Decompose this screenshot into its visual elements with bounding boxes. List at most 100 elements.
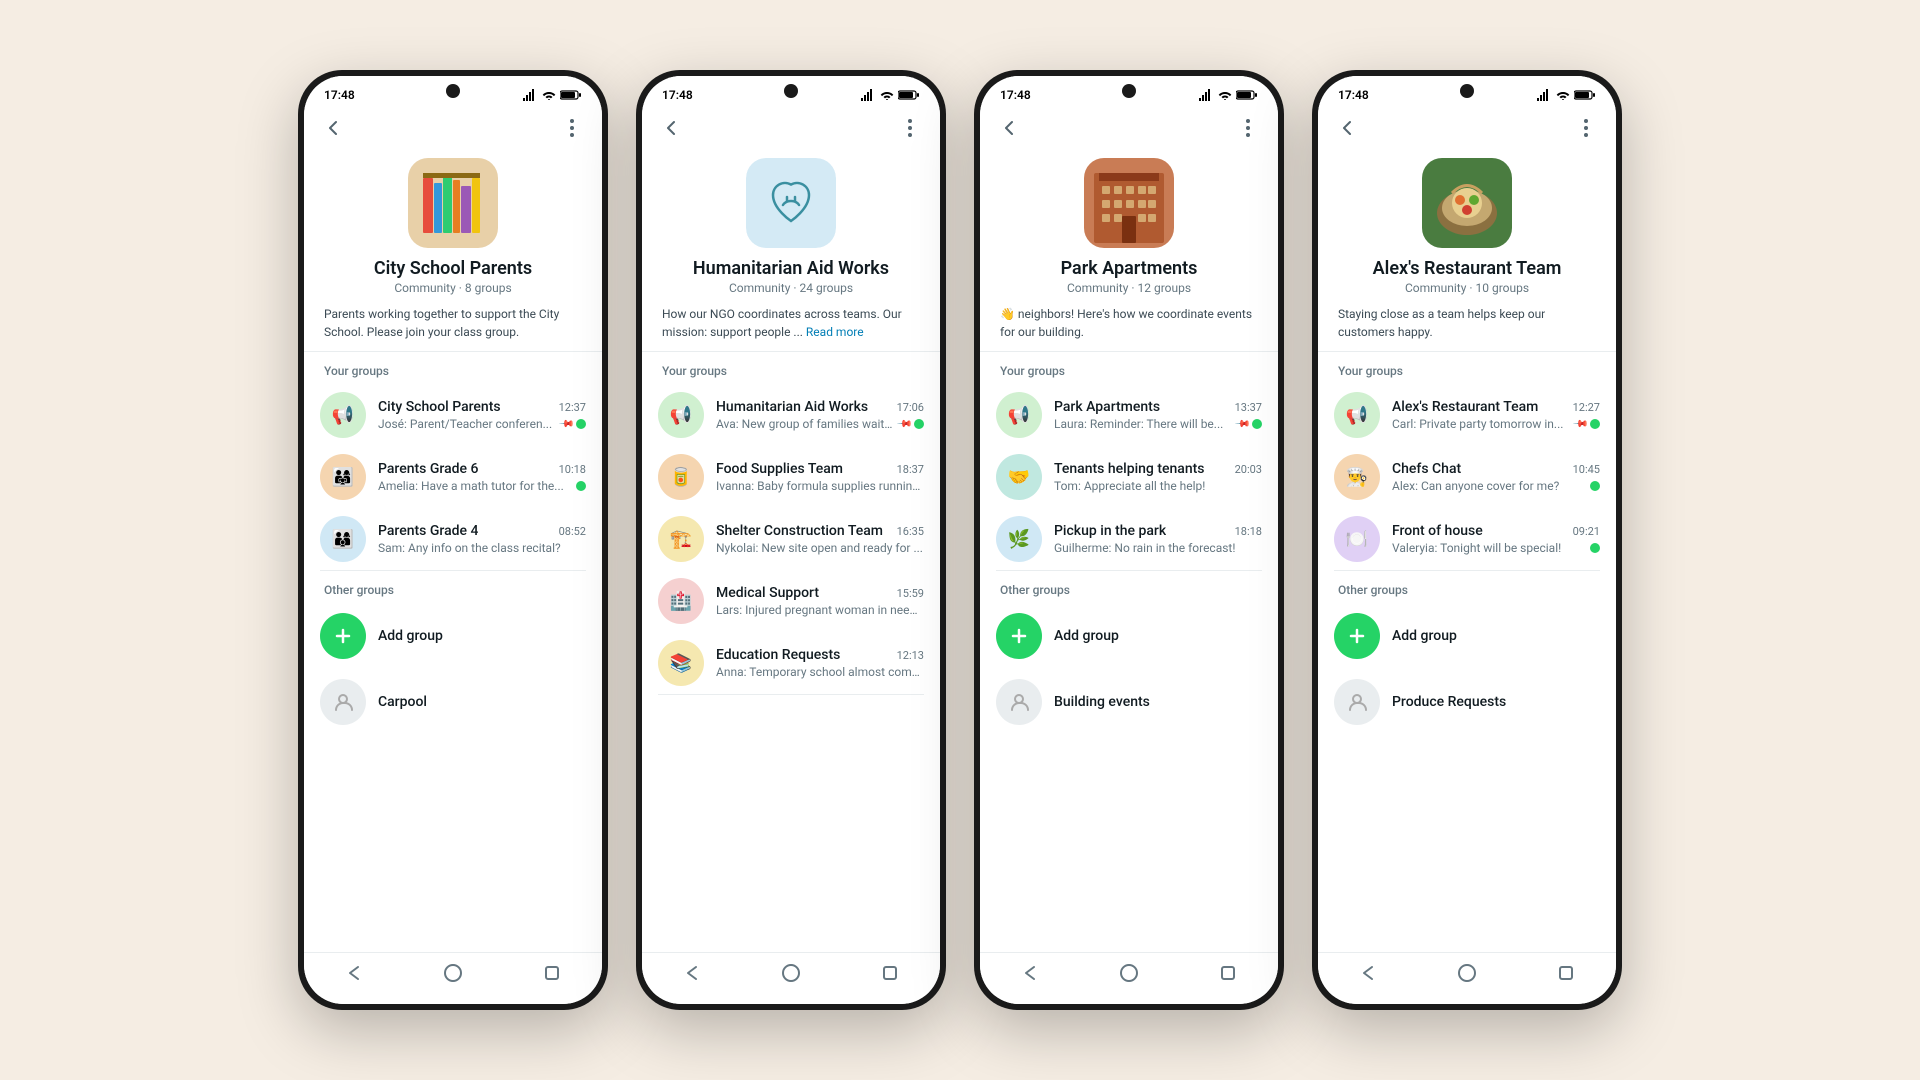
home-nav-button[interactable] [1457, 963, 1477, 988]
other-group-item[interactable]: Building events [980, 669, 1278, 735]
group-item[interactable]: 🏗️ Shelter Construction Team 16:35 Nykol… [642, 508, 940, 570]
group-avatar: 🤝 [996, 454, 1042, 500]
community-description: How our NGO coordinates across teams. Ou… [642, 305, 940, 352]
group-name: Parents Grade 6 [378, 461, 478, 477]
add-group-button[interactable]: Add group [304, 603, 602, 669]
group-preview: Valeryia: Tonight will be special! [1392, 541, 1586, 555]
pin-icon: 📌 [1233, 416, 1250, 433]
status-time: 17:48 [1338, 88, 1369, 102]
group-info: Park Apartments 13:37 Laura: Reminder: T… [1054, 399, 1262, 431]
group-name: Chefs Chat [1392, 461, 1461, 477]
more-menu-button[interactable] [1572, 114, 1600, 142]
group-preview: Anna: Temporary school almost comp... [716, 665, 924, 679]
group-avatar: 📢 [996, 392, 1042, 438]
group-avatar: 🍽️ [1334, 516, 1380, 562]
recents-nav-button[interactable] [542, 963, 562, 988]
back-button[interactable] [658, 114, 686, 142]
group-preview: Ivanna: Baby formula supplies running ..… [716, 479, 924, 493]
home-nav-button[interactable] [1119, 963, 1139, 988]
group-name: Shelter Construction Team [716, 523, 883, 539]
other-group-label: Produce Requests [1392, 694, 1506, 710]
group-preview: Laura: Reminder: There will be... [1054, 417, 1232, 431]
unread-dot [576, 481, 586, 491]
group-time: 08:52 [559, 525, 586, 538]
recents-nav-button[interactable] [1218, 963, 1238, 988]
group-item[interactable]: 📢 Humanitarian Aid Works 17:06 Ava: New … [642, 384, 940, 446]
group-avatar: 🌿 [996, 516, 1042, 562]
group-time: 12:13 [897, 649, 924, 662]
other-group-item[interactable]: Produce Requests [1318, 669, 1616, 735]
add-group-icon [996, 613, 1042, 659]
back-nav-button[interactable] [1020, 963, 1040, 988]
group-item[interactable]: 🏥 Medical Support 15:59 Lars: Injured pr… [642, 570, 940, 632]
group-avatar: 🏗️ [658, 516, 704, 562]
other-groups-label: Other groups [980, 571, 1278, 603]
groups-scroll-area[interactable]: Your groups 📢 Park Apartments 13:37 Laur… [980, 352, 1278, 952]
group-info: Pickup in the park 18:18 Guilherme: No r… [1054, 523, 1262, 555]
status-icons [522, 89, 582, 101]
community-subtitle: Community · 24 groups [642, 281, 940, 295]
group-item[interactable]: 📢 Alex's Restaurant Team 12:27 Carl: Pri… [1318, 384, 1616, 446]
group-item[interactable]: 👨‍👩‍👦 Parents Grade 4 08:52 Sam: Any inf… [304, 508, 602, 570]
recents-nav-button[interactable] [1556, 963, 1576, 988]
bottom-navigation [304, 952, 602, 1004]
community-description: 👋 neighbors! Here's how we coordinate ev… [980, 305, 1278, 352]
group-item[interactable]: 👨‍🍳 Chefs Chat 10:45 Alex: Can anyone co… [1318, 446, 1616, 508]
group-preview: Nykolai: New site open and ready for ... [716, 541, 924, 555]
group-name: Front of house [1392, 523, 1483, 539]
status-time: 17:48 [1000, 88, 1031, 102]
group-time: 12:37 [559, 401, 586, 414]
back-nav-button[interactable] [1358, 963, 1378, 988]
group-item[interactable]: 📢 City School Parents 12:37 José: Parent… [304, 384, 602, 446]
add-group-button[interactable]: Add group [980, 603, 1278, 669]
add-group-icon [1334, 613, 1380, 659]
group-item[interactable]: 📚 Education Requests 12:13 Anna: Tempora… [642, 632, 940, 694]
add-group-label: Add group [1392, 628, 1457, 644]
group-preview: José: Parent/Teacher conferen... [378, 417, 556, 431]
other-group-icon [1334, 679, 1380, 725]
group-time: 18:37 [897, 463, 924, 476]
group-preview: Lars: Injured pregnant woman in need... [716, 603, 924, 617]
app-header [642, 106, 940, 150]
group-avatar: 👨‍👩‍👦 [320, 516, 366, 562]
group-info: Medical Support 15:59 Lars: Injured preg… [716, 585, 924, 617]
group-info: Food Supplies Team 18:37 Ivanna: Baby fo… [716, 461, 924, 493]
group-time: 13:37 [1235, 401, 1262, 414]
group-item[interactable]: 🌿 Pickup in the park 18:18 Guilherme: No… [980, 508, 1278, 570]
home-nav-button[interactable] [781, 963, 801, 988]
add-group-button[interactable]: Add group [1318, 603, 1616, 669]
community-name: Park Apartments [980, 258, 1278, 279]
community-subtitle: Community · 12 groups [980, 281, 1278, 295]
group-time: 12:27 [1573, 401, 1600, 414]
add-group-label: Add group [1054, 628, 1119, 644]
group-item[interactable]: 🥫 Food Supplies Team 18:37 Ivanna: Baby … [642, 446, 940, 508]
other-groups-label: Other groups [304, 571, 602, 603]
groups-scroll-area[interactable]: Your groups 📢 Humanitarian Aid Works 17:… [642, 352, 940, 952]
back-button[interactable] [996, 114, 1024, 142]
more-menu-button[interactable] [1234, 114, 1262, 142]
home-nav-button[interactable] [443, 963, 463, 988]
group-item[interactable]: 📢 Park Apartments 13:37 Laura: Reminder:… [980, 384, 1278, 446]
camera-notch [1460, 84, 1474, 98]
recents-nav-button[interactable] [880, 963, 900, 988]
pin-icon: 📌 [895, 416, 912, 433]
group-item[interactable]: 🤝 Tenants helping tenants 20:03 Tom: App… [980, 446, 1278, 508]
back-button[interactable] [1334, 114, 1362, 142]
status-time: 17:48 [324, 88, 355, 102]
back-nav-button[interactable] [682, 963, 702, 988]
group-item[interactable]: 🍽️ Front of house 09:21 Valeryia: Tonigh… [1318, 508, 1616, 570]
group-preview: Ava: New group of families waitin... [716, 417, 894, 431]
back-button[interactable] [320, 114, 348, 142]
more-menu-button[interactable] [558, 114, 586, 142]
more-menu-button[interactable] [896, 114, 924, 142]
community-description: Staying close as a team helps keep our c… [1318, 305, 1616, 352]
back-nav-button[interactable] [344, 963, 364, 988]
group-item[interactable]: 👨‍👩‍👧 Parents Grade 6 10:18 Amelia: Have… [304, 446, 602, 508]
read-more-link[interactable]: Read more [806, 325, 864, 339]
group-info: Front of house 09:21 Valeryia: Tonight w… [1392, 523, 1600, 555]
status-time: 17:48 [662, 88, 693, 102]
groups-scroll-area[interactable]: Your groups 📢 City School Parents 12:37 … [304, 352, 602, 952]
groups-scroll-area[interactable]: Your groups 📢 Alex's Restaurant Team 12:… [1318, 352, 1616, 952]
group-time: 17:06 [897, 401, 924, 414]
other-group-item[interactable]: Carpool [304, 669, 602, 735]
